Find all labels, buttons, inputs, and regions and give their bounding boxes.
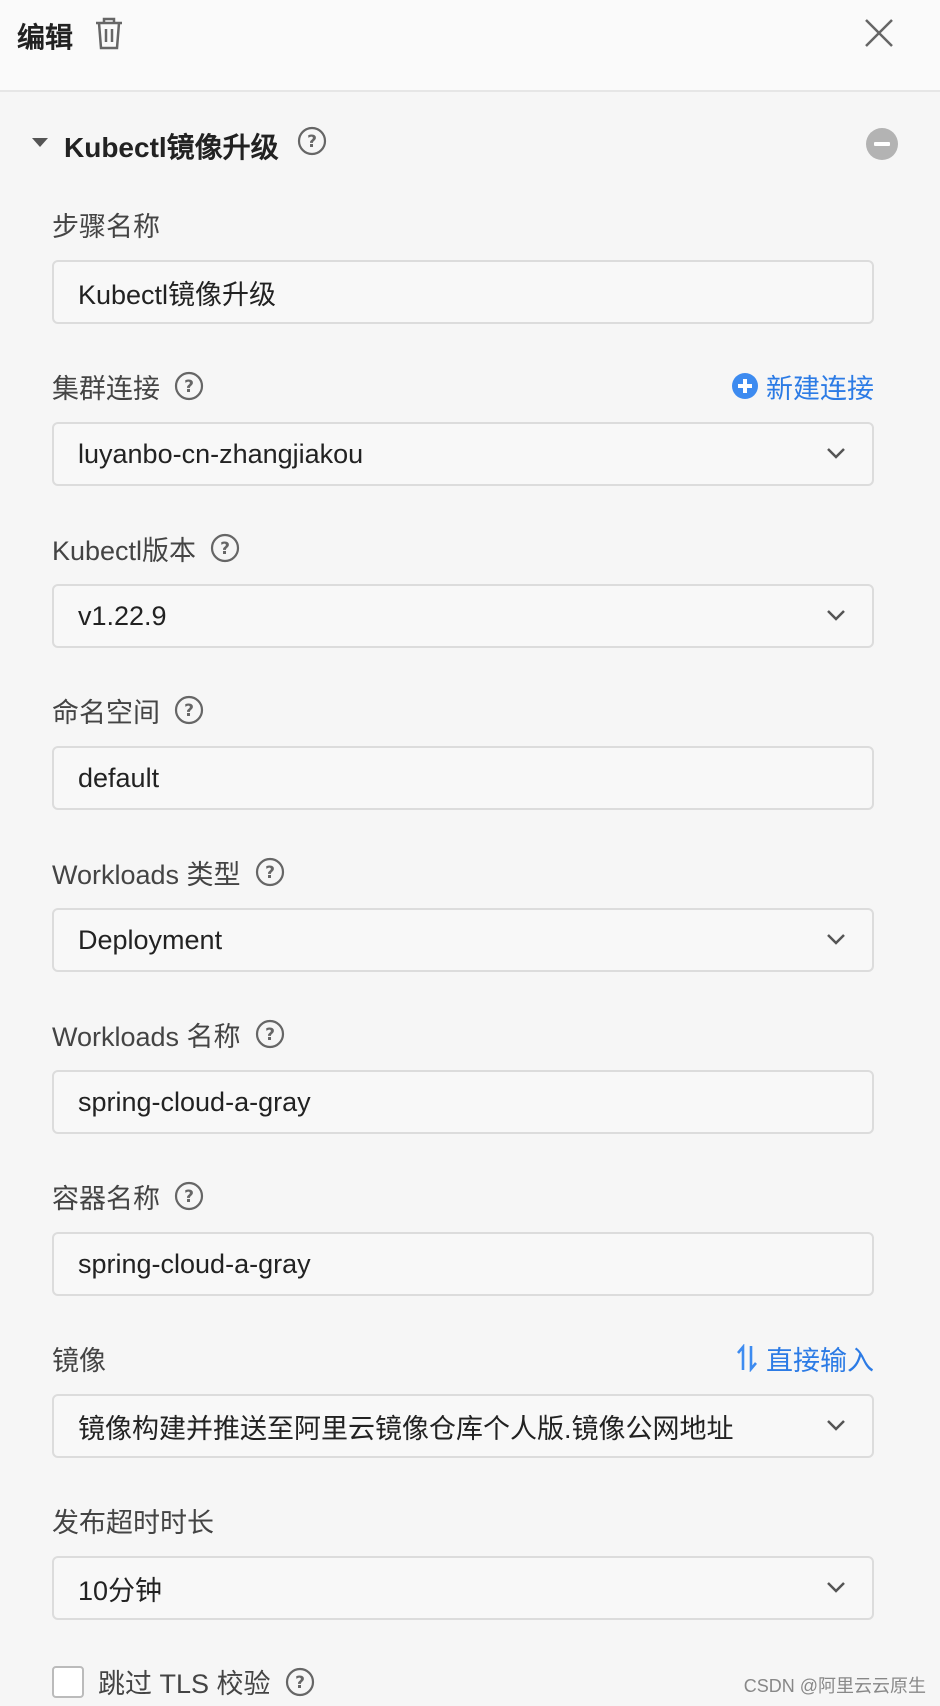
namespace-input[interactable]: default bbox=[52, 746, 874, 810]
help-icon[interactable]: ? bbox=[255, 857, 285, 887]
container-name-label: 容器名称 ? bbox=[52, 1176, 204, 1216]
help-icon[interactable]: ? bbox=[297, 126, 327, 156]
help-icon[interactable]: ? bbox=[174, 371, 204, 401]
timeout-label-text: 发布超时时长 bbox=[52, 1507, 214, 1538]
workload-type-value: Deployment bbox=[78, 924, 223, 955]
kubectl-version-label-text: Kubectl版本 bbox=[52, 535, 197, 566]
help-icon[interactable]: ? bbox=[174, 695, 204, 725]
help-icon[interactable]: ? bbox=[174, 1181, 204, 1211]
remove-step-button[interactable] bbox=[866, 128, 898, 160]
timeout-label: 发布超时时长 bbox=[52, 1500, 214, 1540]
svg-text:?: ? bbox=[307, 132, 317, 152]
skip-tls-row: 跳过 TLS 校验 ? bbox=[52, 1662, 315, 1701]
workload-type-label: Workloads 类型 ? bbox=[52, 852, 285, 892]
workload-type-label-text: Workloads 类型 bbox=[52, 859, 241, 890]
container-name-value: spring-cloud-a-gray bbox=[78, 1248, 311, 1279]
cluster-label-text: 集群连接 bbox=[52, 373, 160, 404]
svg-text:?: ? bbox=[220, 539, 230, 559]
cluster-select[interactable]: luyanbo-cn-zhangjiakou bbox=[52, 422, 874, 486]
help-icon[interactable]: ? bbox=[255, 1019, 285, 1049]
image-select[interactable]: 镜像构建并推送至阿里云镜像仓库个人版.镜像公网地址 bbox=[52, 1394, 874, 1458]
help-icon[interactable]: ? bbox=[285, 1667, 315, 1697]
chevron-down-icon bbox=[827, 610, 845, 621]
close-icon[interactable] bbox=[862, 16, 896, 50]
workload-type-select[interactable]: Deployment bbox=[52, 908, 874, 972]
chevron-down-icon bbox=[827, 448, 845, 459]
step-name-input[interactable]: Kubectl镜像升级 bbox=[52, 260, 874, 324]
panel-header: 编辑 bbox=[0, 0, 940, 92]
container-name-input[interactable]: spring-cloud-a-gray bbox=[52, 1232, 874, 1296]
container-name-label-text: 容器名称 bbox=[52, 1183, 160, 1214]
skip-tls-checkbox[interactable] bbox=[52, 1665, 84, 1698]
plus-circle-icon bbox=[732, 373, 758, 399]
cluster-label: 集群连接 ? bbox=[52, 366, 204, 406]
workload-name-label: Workloads 名称 ? bbox=[52, 1014, 285, 1054]
svg-text:?: ? bbox=[184, 377, 194, 397]
namespace-value: default bbox=[78, 762, 160, 793]
new-connection-link[interactable]: 新建连接 bbox=[732, 366, 874, 406]
svg-text:?: ? bbox=[184, 1187, 194, 1207]
section-header[interactable]: Kubectl镜像升级 ? bbox=[0, 118, 940, 168]
namespace-label: 命名空间 ? bbox=[52, 690, 204, 730]
chevron-down-icon bbox=[827, 934, 845, 945]
workload-name-value: spring-cloud-a-gray bbox=[78, 1086, 311, 1117]
image-value: 镜像构建并推送至阿里云镜像仓库个人版.镜像公网地址 bbox=[78, 1413, 734, 1444]
workload-name-input[interactable]: spring-cloud-a-gray bbox=[52, 1070, 874, 1134]
kubectl-version-value: v1.22.9 bbox=[78, 600, 167, 631]
svg-text:?: ? bbox=[184, 701, 194, 721]
timeout-value: 10分钟 bbox=[78, 1575, 163, 1606]
direct-input-text: 直接输入 bbox=[766, 1345, 874, 1376]
namespace-label-text: 命名空间 bbox=[52, 697, 160, 728]
skip-tls-label: 跳过 TLS 校验 bbox=[98, 1669, 271, 1699]
svg-text:?: ? bbox=[265, 1025, 275, 1045]
svg-text:?: ? bbox=[265, 863, 275, 883]
panel-title: 编辑 bbox=[17, 22, 74, 53]
new-connection-text: 新建连接 bbox=[766, 373, 874, 404]
direct-input-link[interactable]: 直接输入 bbox=[736, 1338, 874, 1378]
cluster-value: luyanbo-cn-zhangjiakou bbox=[78, 438, 364, 469]
watermark: CSDN @阿里云云原生 bbox=[743, 1676, 926, 1696]
timeout-select[interactable]: 10分钟 bbox=[52, 1556, 874, 1620]
chevron-down-icon bbox=[827, 1582, 845, 1593]
caret-down-icon[interactable] bbox=[32, 138, 48, 147]
chevron-down-icon bbox=[827, 1420, 845, 1431]
trash-icon[interactable] bbox=[92, 16, 126, 52]
image-label: 镜像 bbox=[52, 1338, 106, 1378]
kubectl-version-label: Kubectl版本 ? bbox=[52, 528, 240, 568]
step-name-label-text: 步骤名称 bbox=[52, 211, 160, 242]
workload-name-label-text: Workloads 名称 bbox=[52, 1021, 241, 1052]
swap-icon bbox=[737, 1344, 757, 1372]
image-label-text: 镜像 bbox=[52, 1345, 106, 1376]
step-name-value: Kubectl镜像升级 bbox=[78, 279, 277, 310]
help-icon[interactable]: ? bbox=[210, 533, 240, 563]
svg-text:?: ? bbox=[295, 1673, 305, 1693]
section-title: Kubectl镜像升级 bbox=[64, 132, 279, 163]
kubectl-version-select[interactable]: v1.22.9 bbox=[52, 584, 874, 648]
step-name-label: 步骤名称 bbox=[52, 204, 160, 244]
